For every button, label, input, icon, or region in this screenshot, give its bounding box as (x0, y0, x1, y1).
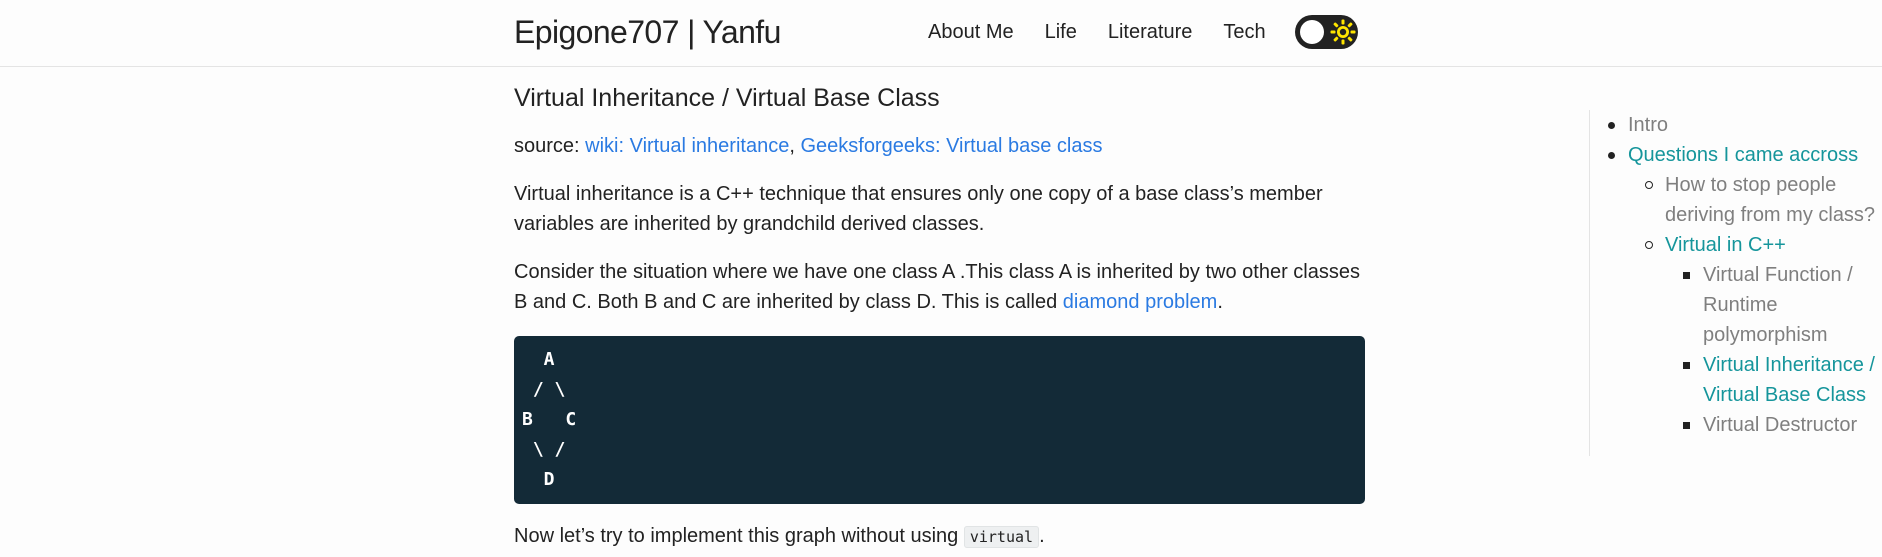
toggle-knob (1300, 20, 1324, 44)
toc-link-virtual-destructor[interactable]: Virtual Destructor (1703, 414, 1857, 436)
source-line: source: wiki: Virtual inheritance, Geeks… (514, 131, 1365, 161)
toc-item-intro: Intro (1590, 110, 1880, 140)
theme-toggle[interactable] (1295, 15, 1358, 49)
site-header: Epigone707 | Yanfu About Me Life Literat… (0, 0, 1882, 67)
nav-link-literature[interactable]: Literature (1108, 18, 1193, 46)
article-title: Virtual Inheritance / Virtual Base Class (514, 84, 940, 112)
toc-link-virtual-function[interactable]: Virtual Function / Runtime polymorphism (1703, 264, 1853, 346)
link-geeksforgeeks-virtual-base-class[interactable]: Geeksforgeeks: Virtual base class (800, 135, 1102, 157)
table-of-contents: Intro Questions I came accross How to st… (1589, 110, 1880, 456)
toc-item-virtual-destructor: Virtual Destructor (1590, 410, 1880, 440)
toc-link-virtual-in-cpp[interactable]: Virtual in C++ (1665, 234, 1786, 256)
paragraph-diamond: Consider the situation where we have one… (514, 257, 1365, 317)
nav-link-tech[interactable]: Tech (1223, 18, 1265, 46)
toc-item-questions: Questions I came accross (1590, 140, 1880, 170)
paragraph-diamond-end: . (1217, 291, 1223, 313)
inline-code-virtual: virtual (963, 526, 1040, 548)
toc-item-virtual-in-cpp: Virtual in C++ (1590, 230, 1880, 260)
site-title-link[interactable]: Epigone707 | Yanfu (514, 12, 781, 52)
paragraph-intro: Virtual inheritance is a C++ technique t… (514, 183, 1323, 235)
nav-link-life[interactable]: Life (1045, 18, 1077, 46)
toc-link-stop-deriving[interactable]: How to stop people deriving from my clas… (1665, 174, 1875, 226)
sun-icon (1330, 19, 1356, 45)
source-prefix: source: (514, 135, 586, 157)
article-content: Virtual Inheritance / Virtual Base Class… (514, 66, 1365, 552)
toc-item-virtual-function: Virtual Function / Runtime polymorphism (1590, 260, 1880, 350)
toc-link-intro[interactable]: Intro (1628, 114, 1668, 136)
source-separator: , (789, 135, 801, 157)
code-block-diamond-diagram: A / \ B C \ / D (514, 336, 1365, 504)
toc-item-stop-deriving: How to stop people deriving from my clas… (1590, 170, 1880, 230)
main-nav: About Me Life Literature Tech (928, 18, 1297, 46)
nav-link-about-me[interactable]: About Me (928, 18, 1014, 46)
paragraph-diamond-text: Consider the situation where we have one… (514, 261, 1360, 313)
link-diamond-problem[interactable]: diamond problem (1063, 291, 1218, 313)
paragraph-implement-end: . (1039, 525, 1045, 547)
paragraph-implement-text: Now let’s try to implement this graph wi… (514, 525, 964, 547)
toc-link-virtual-inheritance[interactable]: Virtual Inheritance / Virtual Base Class (1703, 354, 1875, 406)
toc-item-virtual-inheritance: Virtual Inheritance / Virtual Base Class (1590, 350, 1880, 410)
paragraph-implement: Now let’s try to implement this graph wi… (514, 521, 1365, 552)
link-wiki-virtual-inheritance[interactable]: wiki: Virtual inheritance (585, 135, 789, 157)
toc-link-questions[interactable]: Questions I came accross (1628, 144, 1858, 166)
